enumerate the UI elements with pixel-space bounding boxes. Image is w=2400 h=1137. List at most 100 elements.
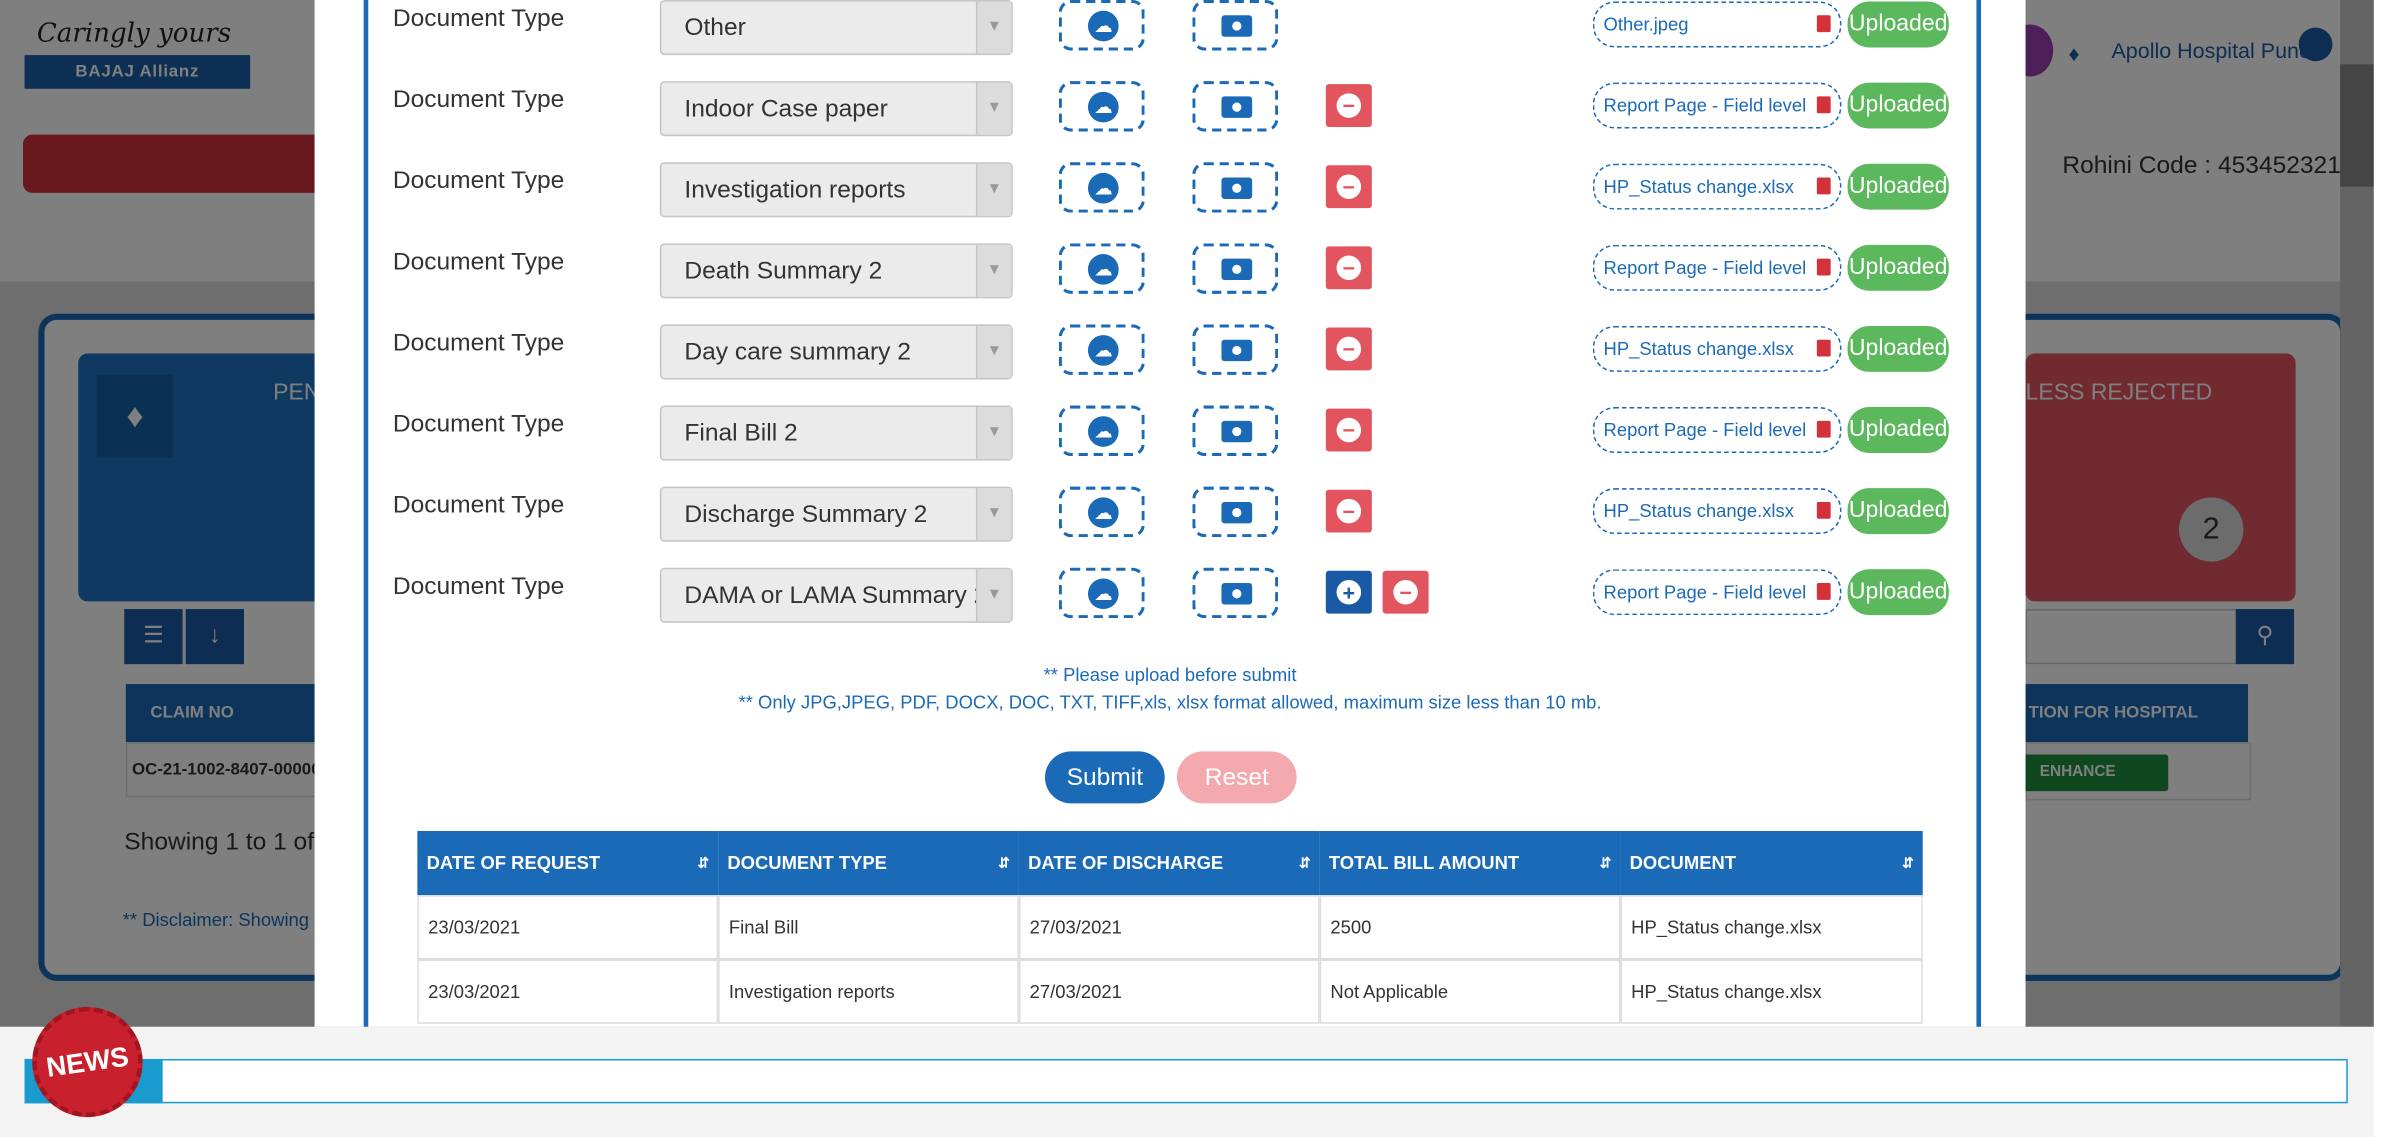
trash-icon[interactable] — [1816, 15, 1831, 33]
remove-row-button[interactable]: − — [1325, 165, 1372, 209]
upload-button[interactable]: ☁ — [1058, 0, 1145, 51]
table-cell: 27/03/2021 — [1018, 959, 1320, 1024]
uploaded-file-chip: Report Page - Field level — [1592, 244, 1842, 291]
minus-circle-icon: − — [1336, 93, 1362, 118]
document-row: Document Type Discharge Summary 2 ▼ ☁ − HP_St… — [315, 486, 2026, 568]
document-type-select[interactable]: Investigation reports ▼ — [659, 162, 1013, 218]
camera-button[interactable] — [1192, 0, 1279, 51]
sort-icon[interactable]: ⇵ — [697, 831, 709, 895]
table-header-cell[interactable]: TOTAL BILL AMOUNT ⇵ — [1319, 830, 1621, 896]
cloud-upload-icon: ☁ — [1087, 10, 1119, 42]
cloud-upload-icon: ☁ — [1087, 416, 1119, 447]
trash-icon[interactable] — [1816, 583, 1831, 600]
table-cell: HP_Status change.xlsx — [1620, 895, 1923, 960]
document-type-select[interactable]: Other ▼ — [659, 0, 1013, 56]
window-edge — [2373, 0, 2400, 1137]
uploaded-status-badge: Uploaded — [1847, 569, 1949, 616]
document-row: Document Type Indoor Case paper ▼ ☁ − Report … — [315, 81, 2026, 162]
submit-button[interactable]: Submit — [1044, 751, 1165, 804]
camera-icon — [1221, 501, 1253, 524]
upload-note: ** Please upload before submit — [1043, 664, 1297, 686]
minus-circle-icon: − — [1336, 255, 1362, 281]
camera-button[interactable] — [1192, 324, 1279, 375]
camera-button[interactable] — [1192, 162, 1279, 213]
uploaded-status-badge: Uploaded — [1847, 488, 1949, 535]
document-type-select[interactable]: Death Summary 2 ▼ — [659, 243, 1013, 299]
table-cell: Not Applicable — [1319, 959, 1621, 1024]
trash-icon[interactable] — [1816, 258, 1831, 276]
upload-button[interactable]: ☁ — [1058, 162, 1145, 213]
camera-icon — [1221, 258, 1253, 281]
upload-button[interactable]: ☁ — [1058, 405, 1145, 457]
camera-icon — [1221, 339, 1253, 362]
trash-icon[interactable] — [1816, 501, 1831, 519]
reset-button[interactable]: Reset — [1176, 751, 1297, 804]
remove-row-button[interactable]: − — [1325, 84, 1372, 128]
camera-button[interactable] — [1192, 486, 1279, 538]
file-name: Report Page - Field level — [1603, 94, 1807, 117]
sort-icon[interactable]: ⇵ — [1902, 831, 1914, 895]
remove-row-button[interactable]: − — [1325, 246, 1372, 290]
minus-circle-icon: − — [1336, 417, 1362, 443]
camera-icon — [1221, 96, 1253, 118]
document-type-select[interactable]: Day care summary 2 ▼ — [659, 324, 1013, 380]
document-type-value: Death Summary 2 — [684, 258, 883, 285]
uploaded-file-chip: HP_Status change.xlsx — [1592, 488, 1842, 535]
table-cell: 2500 — [1319, 895, 1621, 960]
sort-icon[interactable]: ⇵ — [1299, 831, 1311, 895]
document-type-select[interactable]: Discharge Summary 2 ▼ — [659, 486, 1013, 542]
chevron-down-icon: ▼ — [975, 569, 1012, 622]
file-name: Report Page - Field level — [1603, 257, 1807, 279]
document-type-value: Final Bill 2 — [684, 420, 798, 447]
header-label: DATE OF REQUEST — [426, 852, 601, 874]
table-header-cell[interactable]: DATE OF REQUEST ⇵ — [417, 830, 719, 896]
document-type-select[interactable]: Final Bill 2 ▼ — [659, 405, 1013, 461]
remove-row-button[interactable]: − — [1382, 570, 1429, 614]
upload-button[interactable]: ☁ — [1058, 243, 1145, 294]
upload-button[interactable]: ☁ — [1058, 324, 1145, 375]
uploaded-file-chip: Report Page - Field level — [1592, 82, 1842, 129]
document-type-select[interactable]: Indoor Case paper ▼ — [659, 81, 1013, 137]
camera-button[interactable] — [1192, 405, 1279, 457]
document-type-label: Document Type — [392, 411, 565, 438]
chevron-down-icon: ▼ — [975, 325, 1012, 378]
document-type-value: Discharge Summary 2 — [684, 501, 928, 528]
document-type-label: Document Type — [392, 249, 565, 276]
document-type-label: Document Type — [392, 573, 565, 600]
sort-icon[interactable]: ⇵ — [998, 831, 1010, 895]
document-row: Document Type Other ▼ ☁ Other.jpeg Uploaded — [315, 0, 2026, 81]
trash-icon[interactable] — [1816, 177, 1831, 195]
uploaded-file-chip: Report Page - Field level — [1592, 569, 1842, 616]
upload-button[interactable]: ☁ — [1058, 567, 1145, 619]
remove-row-button[interactable]: − — [1325, 327, 1372, 371]
uploaded-status-badge: Uploaded — [1847, 407, 1949, 453]
document-type-label: Document Type — [392, 87, 565, 114]
document-type-label: Document Type — [392, 6, 565, 33]
camera-button[interactable] — [1192, 567, 1279, 619]
trash-icon[interactable] — [1816, 420, 1831, 438]
table-header-cell[interactable]: DATE OF DISCHARGE ⇵ — [1018, 830, 1320, 896]
upload-button[interactable]: ☁ — [1058, 81, 1145, 132]
trash-icon[interactable] — [1816, 339, 1831, 357]
upload-button[interactable]: ☁ — [1058, 486, 1145, 538]
file-name: HP_Status change.xlsx — [1603, 175, 1794, 198]
camera-button[interactable] — [1192, 81, 1279, 132]
add-row-button[interactable]: + — [1325, 570, 1372, 614]
uploaded-status-badge: Uploaded — [1847, 1, 1949, 48]
document-type-select[interactable]: DAMA or LAMA Summary 2 ▼ — [659, 567, 1013, 623]
document-type-label: Document Type — [392, 330, 565, 357]
trash-icon[interactable] — [1816, 96, 1831, 114]
camera-icon — [1221, 420, 1253, 443]
file-name: Other.jpeg — [1603, 13, 1689, 36]
camera-button[interactable] — [1192, 243, 1279, 294]
table-header-cell[interactable]: DOCUMENT TYPE ⇵ — [718, 830, 1019, 896]
header-label: DOCUMENT TYPE — [727, 852, 887, 874]
remove-row-button[interactable]: − — [1325, 408, 1372, 452]
chevron-down-icon: ▼ — [975, 163, 1012, 216]
upload-documents-modal: Document Type Other ▼ ☁ Other.jpeg Uploaded Do… — [314, 0, 2026, 1027]
document-type-value: Day care summary 2 — [684, 339, 911, 366]
sort-icon[interactable]: ⇵ — [1600, 831, 1612, 895]
uploaded-status-badge: Uploaded — [1847, 244, 1949, 291]
table-header-cell[interactable]: DOCUMENT ⇵ — [1620, 830, 1923, 896]
remove-row-button[interactable]: − — [1325, 489, 1372, 533]
